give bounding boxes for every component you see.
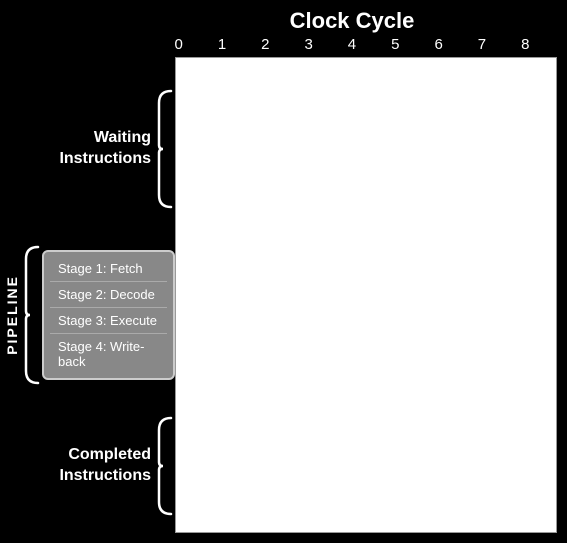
cycle-number: 2 [261,36,269,53]
stages-box: Stage 1: FetchStage 2: DecodeStage 3: Ex… [42,250,175,380]
cycle-number: 3 [304,36,312,53]
stage-item: Stage 1: Fetch [50,256,167,282]
cycle-number: 6 [434,36,442,53]
cycle-number: 1 [218,36,226,53]
header-area: Clock Cycle 0 1 2 3 4 5 6 7 8 [0,0,567,53]
stage-item: Stage 2: Decode [50,282,167,308]
cycle-numbers: 0 1 2 3 4 5 6 7 8 [157,36,547,53]
main-container: Clock Cycle 0 1 2 3 4 5 6 7 8 WaitingInstruction… [0,0,567,543]
cycle-number: 4 [348,36,356,53]
clock-cycle-title: Clock Cycle [157,8,547,34]
cycle-number: 5 [391,36,399,53]
cycle-number: 0 [174,36,182,53]
main-layout: WaitingInstructions PIPELINE Stage 1: Fe… [0,57,567,543]
completed-section: CompletedInstructions [0,389,175,543]
completed-brace [155,416,175,516]
cycle-number: 7 [478,36,486,53]
stage-item: Stage 4: Write-back [50,334,167,374]
waiting-section: WaitingInstructions [0,57,175,241]
completed-label: CompletedInstructions [59,446,151,484]
right-grid [175,57,557,533]
left-labels: WaitingInstructions PIPELINE Stage 1: Fe… [0,57,175,543]
waiting-label: WaitingInstructions [59,129,151,167]
pipeline-brace [22,245,42,385]
waiting-brace [155,89,175,209]
stage-item: Stage 3: Execute [50,308,167,334]
pipeline-section: PIPELINE Stage 1: FetchStage 2: DecodeSt… [0,241,175,389]
cycle-number: 8 [521,36,529,53]
pipeline-label: PIPELINE [0,275,22,355]
